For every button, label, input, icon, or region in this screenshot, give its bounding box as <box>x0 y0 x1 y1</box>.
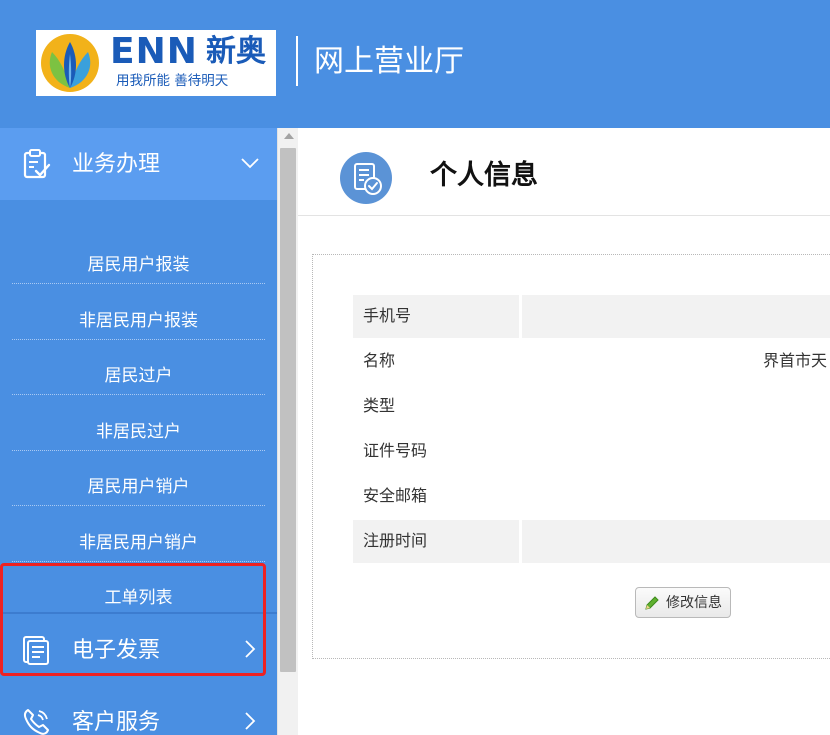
scrollbar-thumb[interactable] <box>280 148 296 672</box>
edit-info-button[interactable]: 修改信息 <box>635 587 731 618</box>
field-label: 类型 <box>363 396 396 415</box>
logo-emblem-icon <box>41 34 99 92</box>
scroll-up-arrow-icon[interactable] <box>284 133 294 139</box>
clipboard-check-icon <box>23 149 51 179</box>
field-label-cell: 名称 <box>353 340 519 383</box>
sidebar-group-customer-service[interactable]: 客户服务 <box>0 686 277 735</box>
sidebar-group-label: 客户服务 <box>72 710 161 735</box>
logo-slogan: 用我所能 善待明天 <box>116 73 229 89</box>
sidebar-item-nonresident-install[interactable]: 非居民用户报装 <box>12 284 265 340</box>
sidebar: 业务办理 居民用户报装 非居民用户报装 居民过户 非居民过户 居民用户销户 非居… <box>0 128 277 735</box>
sidebar-group-business[interactable]: 业务办理 <box>0 128 277 200</box>
field-label-cell: 手机号 <box>353 295 519 338</box>
sidebar-item-label: 居民过户 <box>104 366 173 386</box>
header-divider <box>296 36 298 86</box>
page-title: 个人信息 <box>430 160 538 191</box>
field-label: 注册时间 <box>363 531 428 550</box>
sidebar-group-label: 业务办理 <box>72 152 161 177</box>
field-label-cell: 证件号码 <box>353 430 519 473</box>
field-label-cell: 注册时间 <box>353 520 519 563</box>
logo-chinese-text: 新奥 <box>206 34 266 69</box>
field-label: 安全邮箱 <box>363 486 428 505</box>
sidebar-item-resident-install[interactable]: 居民用户报装 <box>12 228 265 284</box>
sidebar-item-label: 非居民过户 <box>96 422 181 442</box>
chevron-down-icon[interactable] <box>239 152 261 174</box>
field-value-cell <box>522 385 830 428</box>
field-value: 界首市天 <box>763 351 828 370</box>
field-label-cell: 类型 <box>353 385 519 428</box>
field-label: 手机号 <box>363 306 412 325</box>
top-header: ENN 新奥 用我所能 善待明天 网上营业厅 <box>0 0 830 128</box>
field-value-cell <box>522 475 830 518</box>
logo-brand-text: ENN <box>110 31 198 72</box>
main-content: 个人信息 手机号 名称 界首市天 类型 证件号码 安全邮箱 注册时间 修改信息 <box>298 128 830 735</box>
sidebar-item-label: 非居民用户销户 <box>79 533 198 553</box>
table-row: 手机号 <box>353 295 830 338</box>
table-row: 注册时间 <box>353 520 830 563</box>
page-header: 个人信息 <box>298 128 830 216</box>
table-row: 证件号码 <box>353 430 830 473</box>
field-label: 名称 <box>363 351 396 370</box>
sidebar-item-nonresident-transfer[interactable]: 非居民过户 <box>12 395 265 451</box>
phone-icon <box>23 709 49 735</box>
field-value-cell <box>522 520 830 563</box>
sidebar-submenu: 居民用户报装 非居民用户报装 居民过户 非居民过户 居民用户销户 非居民用户销户… <box>0 200 277 617</box>
site-title: 网上营业厅 <box>314 44 464 79</box>
edit-info-button-label: 修改信息 <box>666 595 722 611</box>
table-row: 名称 界首市天 <box>353 340 830 383</box>
sidebar-scrollbar[interactable] <box>277 128 298 735</box>
chevron-right-icon[interactable] <box>239 710 261 732</box>
table-row: 安全邮箱 <box>353 475 830 518</box>
document-check-icon <box>340 152 392 204</box>
field-label-cell: 安全邮箱 <box>353 475 519 518</box>
table-row: 类型 <box>353 385 830 428</box>
field-value-cell: 界首市天 <box>522 340 830 383</box>
sidebar-item-label: 非居民用户报装 <box>79 311 198 331</box>
sidebar-item-resident-cancel[interactable]: 居民用户销户 <box>12 450 265 506</box>
sidebar-item-nonresident-cancel[interactable]: 非居民用户销户 <box>12 506 265 562</box>
field-value-cell <box>522 430 830 473</box>
sidebar-item-label: 居民用户销户 <box>87 477 190 497</box>
logo[interactable]: ENN 新奥 用我所能 善待明天 <box>36 30 276 96</box>
pencil-icon <box>645 596 659 610</box>
highlight-annotation-box <box>0 563 266 676</box>
sidebar-item-resident-transfer[interactable]: 居民过户 <box>12 339 265 395</box>
personal-info-panel: 手机号 名称 界首市天 类型 证件号码 安全邮箱 注册时间 修改信息 <box>312 254 830 659</box>
sidebar-item-label: 居民用户报装 <box>87 255 190 275</box>
field-value-cell <box>522 295 830 338</box>
field-label: 证件号码 <box>363 441 428 460</box>
